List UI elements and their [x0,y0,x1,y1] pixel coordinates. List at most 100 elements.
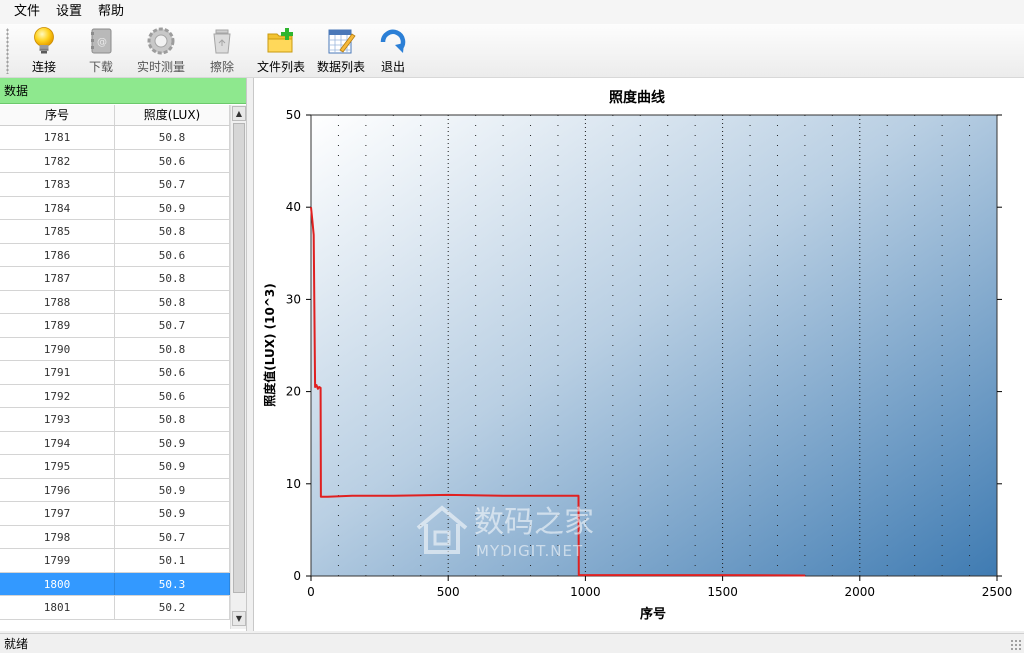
cell-index: 1795 [0,455,115,478]
table-row[interactable]: 1787 50.8 [0,267,246,291]
plot-area [310,114,998,577]
scroll-down-button[interactable]: ▼ [232,611,246,626]
menu-help[interactable]: 帮助 [90,0,132,24]
exit-button[interactable]: 退出 [371,26,415,76]
y-tick-label: 10 [286,477,301,491]
cell-lux: 50.7 [115,314,230,337]
cell-lux: 50.6 [115,149,230,172]
cell-lux: 50.8 [115,220,230,243]
y-axis-label: 照度值(LUX) (10^3) [262,283,277,406]
folder-add-icon [267,28,293,53]
table-row[interactable]: 1785 50.8 [0,220,246,244]
table-row[interactable]: 1794 50.9 [0,431,246,455]
data-list-button[interactable]: 数据列表 [311,26,371,76]
x-tick-label: 1500 [707,585,738,599]
table-row[interactable]: 1781 50.8 [0,126,246,150]
download-button[interactable]: @ 下载 [73,26,129,76]
column-header-index[interactable]: 序号 [0,105,115,125]
connect-label: 连接 [31,60,56,74]
cell-index: 1793 [0,408,115,431]
scroll-thumb[interactable] [233,123,245,593]
table-row[interactable]: 1801 50.2 [0,596,246,620]
table-row[interactable]: 1786 50.6 [0,243,246,267]
x-tick-label: 2000 [845,585,876,599]
cell-index: 1794 [0,431,115,454]
cell-index: 1801 [0,596,115,619]
data-grid-body: 1781 50.8 1782 50.6 1783 50.7 1784 50.9 1785 50.8… [0,126,246,620]
cell-lux: 50.6 [115,384,230,407]
data-panel-title: 数据 [0,78,246,104]
cell-index: 1787 [0,267,115,290]
vertical-scrollbar[interactable]: ▲ ▼ [230,105,246,629]
y-tick-label: 20 [286,385,301,399]
column-header-lux[interactable]: 照度(LUX) [115,105,230,125]
data-list-label: 数据列表 [316,60,365,74]
svg-text:@: @ [97,37,107,48]
cell-lux: 50.3 [115,572,230,595]
cell-index: 1782 [0,149,115,172]
table-row[interactable]: 1795 50.9 [0,455,246,479]
cell-lux: 50.6 [115,243,230,266]
table-row[interactable]: 1788 50.8 [0,290,246,314]
file-list-label: 文件列表 [256,60,305,74]
cell-lux: 50.9 [115,502,230,525]
cell-index: 1791 [0,361,115,384]
table-row[interactable]: 1783 50.7 [0,173,246,197]
erase-button[interactable]: 擦除 [193,26,251,76]
table-row[interactable]: 1791 50.6 [0,361,246,385]
lightbulb-icon [34,27,54,54]
download-label: 下载 [88,60,113,74]
table-row[interactable]: 1782 50.6 [0,149,246,173]
resize-grip[interactable] [1010,639,1022,651]
scroll-up-button[interactable]: ▲ [232,106,246,121]
cell-index: 1799 [0,549,115,572]
cell-index: 1796 [0,478,115,501]
cell-lux: 50.8 [115,337,230,360]
table-row[interactable]: 1799 50.1 [0,549,246,573]
menu-file[interactable]: 文件 [6,0,48,24]
cell-index: 1798 [0,525,115,548]
cell-lux: 50.1 [115,549,230,572]
table-row[interactable]: 1789 50.7 [0,314,246,338]
exit-label: 退出 [380,60,405,74]
connect-button[interactable]: 连接 [15,26,73,76]
cell-index: 1790 [0,337,115,360]
table-row[interactable]: 1784 50.9 [0,196,246,220]
toolbar: 连接 @ 下载 实时测量 擦除 文件列表 数据列表 退出 [0,24,1024,78]
table-row[interactable]: 1796 50.9 [0,478,246,502]
x-tick-label: 0 [307,585,315,599]
cell-index: 1783 [0,173,115,196]
cell-lux: 50.6 [115,361,230,384]
cell-index: 1781 [0,126,115,149]
y-tick-label: 0 [293,569,301,583]
y-tick-label: 30 [286,292,301,306]
table-row[interactable]: 1793 50.8 [0,408,246,432]
cell-lux: 50.9 [115,431,230,454]
cell-lux: 50.8 [115,267,230,290]
cell-lux: 50.8 [115,408,230,431]
cell-lux: 50.7 [115,525,230,548]
table-row[interactable]: 1790 50.8 [0,337,246,361]
gear-icon [147,27,175,55]
cell-index: 1789 [0,314,115,337]
x-axis-label: 序号 [640,606,666,622]
menu-settings[interactable]: 设置 [48,0,90,24]
file-list-button[interactable]: 文件列表 [251,26,311,76]
exit-arrow-icon [380,29,406,53]
chart-panel: 照度曲线 0 500 1000 1500 2000 2500 0 10 20 30 40 50 数码之… [253,78,1024,631]
cell-index: 1792 [0,384,115,407]
table-row[interactable]: 1792 50.6 [0,384,246,408]
table-row[interactable]: 1797 50.9 [0,502,246,526]
table-row[interactable]: 1798 50.7 [0,525,246,549]
toolbar-grip [6,28,9,74]
address-book-icon: @ [91,28,112,54]
realtime-measure-button[interactable]: 实时测量 [129,26,193,76]
cell-index: 1786 [0,243,115,266]
illuminance-chart: 照度曲线 0 500 1000 1500 2000 2500 0 10 20 30 40 50 数码之… [262,89,1013,622]
x-tick-label: 500 [437,585,460,599]
table-row[interactable]: 1800 50.3 [0,572,246,596]
data-grid-header: 序号 照度(LUX) [0,105,246,126]
x-tick-label: 2500 [982,585,1013,599]
cell-lux: 50.8 [115,126,230,149]
realtime-measure-label: 实时测量 [136,60,185,74]
